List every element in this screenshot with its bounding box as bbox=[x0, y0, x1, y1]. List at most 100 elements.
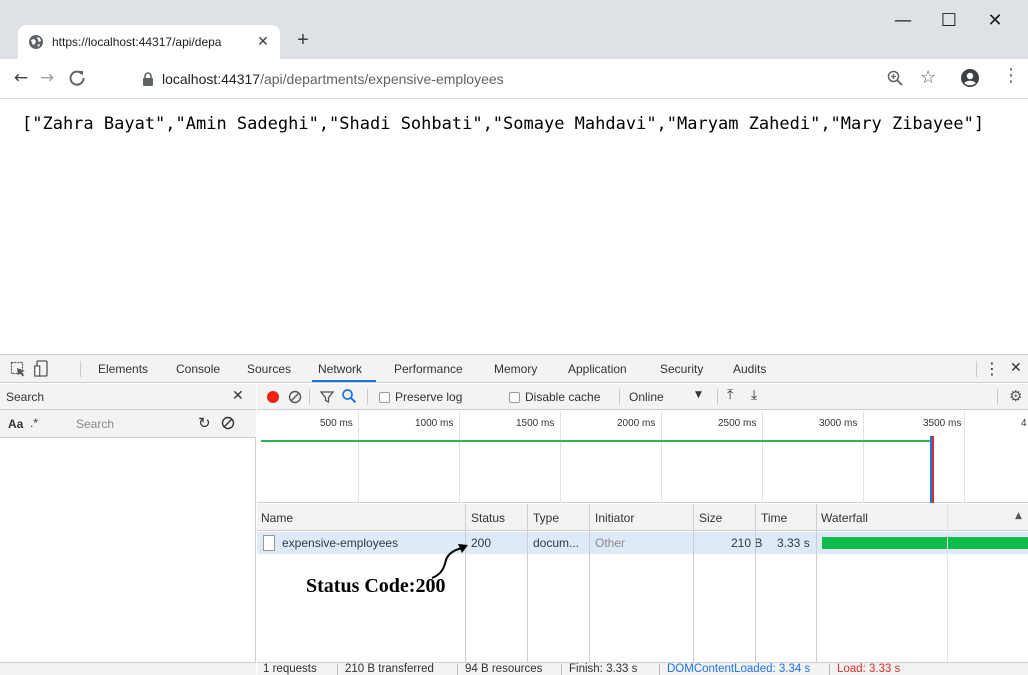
column-divider bbox=[755, 504, 756, 662]
menu-icon[interactable]: ⋮ bbox=[1002, 65, 1020, 86]
status-finish: Finish: 3.33 s bbox=[569, 663, 638, 675]
back-arrow-icon[interactable]: ← bbox=[8, 65, 34, 91]
load-marker bbox=[932, 436, 934, 503]
column-divider bbox=[816, 504, 817, 662]
devtools-panel: Elements Console Sources Network Perform… bbox=[0, 354, 1028, 675]
gear-icon[interactable]: ⚙ bbox=[1009, 387, 1022, 405]
tab-network[interactable]: Network bbox=[318, 362, 362, 376]
gridline bbox=[661, 411, 662, 503]
reload-icon[interactable] bbox=[64, 65, 90, 91]
column-divider bbox=[527, 504, 528, 662]
search-pane: Search ✕ Aa .* ↻ bbox=[0, 384, 256, 675]
device-toolbar-icon[interactable] bbox=[34, 360, 48, 377]
tab-security[interactable]: Security bbox=[660, 362, 703, 376]
overview-tick: 1000 ms bbox=[415, 418, 454, 429]
devtools-close-icon[interactable]: ✕ bbox=[1010, 360, 1022, 376]
search-pane-title: Search bbox=[6, 390, 45, 404]
status-load: Load: 3.33 s bbox=[837, 663, 901, 675]
export-har-icon[interactable]: ⤓ bbox=[751, 387, 757, 403]
zoom-icon[interactable] bbox=[886, 69, 904, 87]
tab-memory[interactable]: Memory bbox=[494, 362, 537, 376]
regex-toggle[interactable]: .* bbox=[30, 416, 38, 430]
inspect-element-icon[interactable] bbox=[10, 361, 26, 377]
search-close-icon[interactable]: ✕ bbox=[232, 388, 244, 404]
waterfall-bar bbox=[822, 537, 1028, 549]
divider bbox=[659, 664, 660, 675]
lock-icon[interactable] bbox=[142, 72, 154, 86]
column-header-initiator[interactable]: Initiator bbox=[595, 511, 634, 525]
tab-console[interactable]: Console bbox=[176, 362, 220, 376]
record-button[interactable] bbox=[267, 391, 279, 403]
network-toolbar: Preserve log Disable cache Online ▼ ⤒ ⤓ … bbox=[257, 384, 1028, 410]
json-response-text: ["Zahra Bayat","Amin Sadeghi","Shadi Soh… bbox=[22, 114, 985, 134]
waterfall-gridline bbox=[947, 504, 948, 662]
search-row: Aa .* ↻ bbox=[0, 410, 256, 438]
page-body: ["Zahra Bayat","Amin Sadeghi","Shadi Soh… bbox=[0, 100, 1028, 354]
tab-performance[interactable]: Performance bbox=[394, 362, 463, 376]
search-icon[interactable] bbox=[341, 388, 357, 404]
browser-tab[interactable]: https://localhost:44317/api/depa ✕ bbox=[18, 25, 280, 59]
forward-arrow-icon[interactable]: → bbox=[34, 65, 60, 91]
browser-toolbar: ← → localhost:44317/api/departments/expe… bbox=[0, 59, 1028, 99]
column-header-size[interactable]: Size bbox=[699, 511, 722, 525]
status-resources: 94 B resources bbox=[465, 663, 543, 675]
tab-sources[interactable]: Sources bbox=[247, 362, 291, 376]
preserve-log-checkbox[interactable] bbox=[379, 392, 390, 403]
gridline bbox=[762, 411, 763, 503]
column-header-status[interactable]: Status bbox=[471, 511, 505, 525]
cell-name[interactable]: expensive-employees bbox=[282, 536, 398, 550]
refresh-icon[interactable]: ↻ bbox=[198, 414, 211, 432]
divider bbox=[80, 361, 81, 377]
star-icon[interactable]: ☆ bbox=[920, 67, 936, 88]
column-header-type[interactable]: Type bbox=[533, 511, 559, 525]
search-footer bbox=[0, 662, 256, 675]
devtools-menu-icon[interactable]: ⋮ bbox=[984, 359, 1000, 378]
maximize-button[interactable]: ☐ bbox=[926, 4, 972, 40]
disable-cache-label: Disable cache bbox=[525, 390, 601, 404]
network-panel: Preserve log Disable cache Online ▼ ⤒ ⤓ … bbox=[257, 384, 1028, 675]
minimize-button[interactable]: — bbox=[880, 4, 926, 40]
gridline bbox=[459, 411, 460, 503]
tab-close-icon[interactable]: ✕ bbox=[254, 32, 272, 50]
overview-tick: 3000 ms bbox=[819, 418, 858, 429]
tab-elements[interactable]: Elements bbox=[98, 362, 148, 376]
chevron-down-icon[interactable]: ▼ bbox=[695, 390, 702, 400]
table-row[interactable]: expensive-employees 200 docum... Other 2… bbox=[257, 532, 1028, 554]
column-header-name[interactable]: Name bbox=[261, 511, 293, 525]
close-window-button[interactable]: ✕ bbox=[972, 4, 1018, 40]
divider bbox=[457, 664, 458, 675]
gridline bbox=[964, 411, 965, 503]
gridline bbox=[863, 411, 864, 503]
sort-ascending-icon[interactable]: ▲ bbox=[1015, 511, 1022, 521]
search-pane-header: Search ✕ bbox=[0, 384, 256, 410]
import-har-icon[interactable]: ⤒ bbox=[727, 387, 733, 403]
cell-initiator: Other bbox=[595, 536, 626, 550]
disable-cache-checkbox[interactable] bbox=[509, 392, 520, 403]
divider bbox=[619, 389, 620, 405]
tab-title: https://localhost:44317/api/depa bbox=[52, 35, 222, 49]
search-input[interactable] bbox=[56, 414, 192, 434]
filter-icon[interactable] bbox=[319, 389, 335, 405]
globe-icon bbox=[29, 35, 43, 49]
column-header-time[interactable]: Time bbox=[761, 511, 787, 525]
overview-tick: 1500 ms bbox=[516, 418, 555, 429]
preserve-log-label: Preserve log bbox=[395, 390, 463, 404]
cell-time: 3.33 s bbox=[777, 536, 810, 550]
divider bbox=[367, 389, 368, 405]
column-header-waterfall[interactable]: Waterfall bbox=[821, 511, 868, 525]
tab-audits[interactable]: Audits bbox=[733, 362, 766, 376]
url-text[interactable]: localhost:44317/api/departments/expensiv… bbox=[162, 71, 504, 87]
network-overview[interactable]: 500 ms 1000 ms 1500 ms 2000 ms 2500 ms 3… bbox=[257, 411, 1028, 503]
clear-log-icon[interactable] bbox=[287, 389, 303, 405]
divider bbox=[561, 664, 562, 675]
profile-icon[interactable] bbox=[960, 68, 980, 88]
cell-status: 200 bbox=[471, 536, 492, 550]
divider bbox=[997, 389, 998, 405]
clear-icon[interactable] bbox=[220, 415, 236, 431]
tab-application[interactable]: Application bbox=[568, 362, 627, 376]
throttling-select[interactable]: Online bbox=[629, 390, 664, 404]
match-case-toggle[interactable]: Aa bbox=[8, 417, 23, 431]
new-tab-button[interactable]: + bbox=[292, 30, 314, 52]
address-bar[interactable]: localhost:44317/api/departments/expensiv… bbox=[134, 65, 862, 93]
cell-type: docum... bbox=[533, 536, 580, 550]
